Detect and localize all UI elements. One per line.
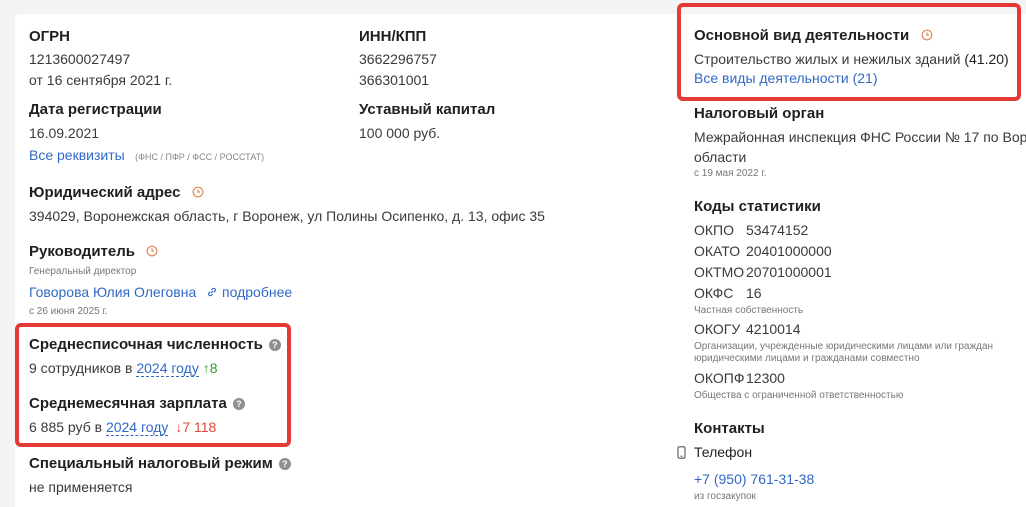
address-value: 394029, Воронежская область, г Воронеж, … [29, 208, 545, 224]
okato-name: ОКАТО [694, 243, 741, 259]
clock-history-icon[interactable] [921, 28, 933, 46]
okogu-note-line1: Организации, учрежденные юридическими ли… [694, 341, 994, 352]
director-since: с 26 июня 2025 г. [29, 306, 108, 317]
salary-delta: ↓7 118 [175, 419, 217, 435]
headcount-heading: Среднесписочная численность? [29, 336, 281, 354]
stat-code-okpo: ОКПО 53474152 [694, 222, 808, 238]
headcount-delta: ↑8 [202, 360, 218, 376]
director-more-link[interactable]: подробнее [206, 284, 292, 300]
okogu-name: ОКОГУ [694, 321, 741, 337]
activity-label: Основной вид деятельности [694, 27, 910, 44]
capital-label: Уставный капитал [359, 101, 496, 118]
help-icon[interactable]: ? [232, 398, 245, 410]
tax-office-line2: области [694, 149, 747, 165]
okopf-name: ОКОПФ [694, 370, 745, 386]
stat-code-okfs: ОКФС 16 [694, 285, 762, 301]
okpo-name: ОКПО [694, 222, 734, 238]
phone-icon [677, 446, 686, 464]
stat-code-okato: ОКАТО 20401000000 [694, 243, 832, 259]
headcount-row: 9 сотрудников в 2024 году ↑8 [29, 360, 218, 377]
inn-value: 3662296757 [359, 51, 437, 67]
all-requisites-link[interactable]: Все реквизиты [29, 147, 125, 163]
tax-regime-label: Специальный налоговый режим [29, 455, 273, 472]
tax-office-line1: Межрайонная инспекция ФНС России № 17 по… [694, 129, 1026, 145]
address-heading: Юридический адрес [29, 184, 204, 203]
help-icon[interactable]: ? [268, 339, 281, 351]
ogrn-date: от 16 сентября 2021 г. [29, 72, 173, 88]
salary-year-link[interactable]: 2024 году [105, 419, 169, 436]
activity-code: (41.20) [964, 51, 1009, 67]
okogu-note-line2: юридическими лицами и гражданами совмест… [694, 353, 920, 364]
tax-regime-value: не применяется [29, 479, 133, 495]
okfs-note: Частная собственность [694, 305, 804, 316]
stat-code-okopf: ОКОПФ 12300 [694, 370, 785, 386]
contacts-label: Контакты [694, 420, 765, 437]
director-row: Говорова Юлия Олеговна подробнее [29, 284, 292, 300]
stat-code-okogu: ОКОГУ 4210014 [694, 321, 801, 337]
activity-row: Строительство жилых и нежилых зданий (41… [694, 51, 1009, 67]
phone-link[interactable]: +7 (950) 761-31-38 [694, 471, 814, 487]
tax-office-label: Налоговый орган [694, 105, 825, 122]
director-label: Руководитель [29, 243, 135, 260]
kpp-value: 366301001 [359, 72, 430, 88]
activity-value: Строительство жилых и нежилых зданий [694, 51, 961, 67]
clock-history-icon[interactable] [146, 244, 158, 262]
director-name-link[interactable]: Говорова Юлия Олеговна [29, 284, 196, 300]
salary-heading: Среднемесячная зарплата? [29, 395, 245, 413]
headcount-label: Среднесписочная численность [29, 336, 263, 353]
director-heading: Руководитель [29, 243, 158, 262]
okpo-value: 53474152 [746, 222, 809, 238]
headcount-year-link[interactable]: 2024 году [136, 360, 199, 377]
salary-value: 6 885 руб в [29, 419, 103, 435]
activity-heading: Основной вид деятельности [694, 27, 933, 46]
okato-value: 20401000000 [746, 243, 832, 259]
requisites-note: (ФНС / ПФР / ФСС / РОССТАТ) [135, 152, 265, 162]
reg-date-value: 16.09.2021 [29, 125, 100, 141]
ogrn-label: ОГРН [29, 28, 71, 45]
director-position: Генеральный директор [29, 266, 137, 277]
link-icon [206, 284, 222, 300]
okogu-value: 4210014 [746, 321, 801, 337]
clock-history-icon[interactable] [192, 185, 204, 203]
okfs-value: 16 [746, 285, 762, 301]
reg-date-label: Дата регистрации [29, 101, 162, 118]
okopf-value: 12300 [746, 370, 785, 386]
director-more-label: подробнее [222, 284, 293, 300]
innkpp-label: ИНН/КПП [359, 28, 427, 45]
stat-codes-label: Коды статистики [694, 198, 821, 215]
salary-row: 6 885 руб в 2024 году ↓7 118 [29, 419, 217, 436]
salary-label: Среднемесячная зарплата [29, 395, 227, 412]
requisites-row: Все реквизиты (ФНС / ПФР / ФСС / РОССТАТ… [29, 147, 264, 165]
oktmo-value: 20701000001 [746, 264, 832, 280]
phone-source: из госзакупок [694, 491, 756, 502]
all-activities-link[interactable]: Все виды деятельности (21) [694, 70, 878, 86]
headcount-value: 9 сотрудников в [29, 360, 133, 376]
stat-code-oktmo: ОКТМО 20701000001 [694, 264, 832, 280]
oktmo-name: ОКТМО [694, 264, 745, 280]
capital-value: 100 000 руб. [359, 125, 441, 141]
okfs-name: ОКФС [694, 285, 734, 301]
phone-label: Телефон [694, 444, 753, 460]
help-icon[interactable]: ? [278, 458, 291, 470]
address-label: Юридический адрес [29, 184, 181, 201]
tax-office-since: с 19 мая 2022 г. [694, 168, 767, 179]
okopf-note: Общества с ограниченной ответственностью [694, 390, 904, 401]
tax-regime-heading: Специальный налоговый режим? [29, 455, 291, 473]
ogrn-value: 1213600027497 [29, 51, 131, 67]
